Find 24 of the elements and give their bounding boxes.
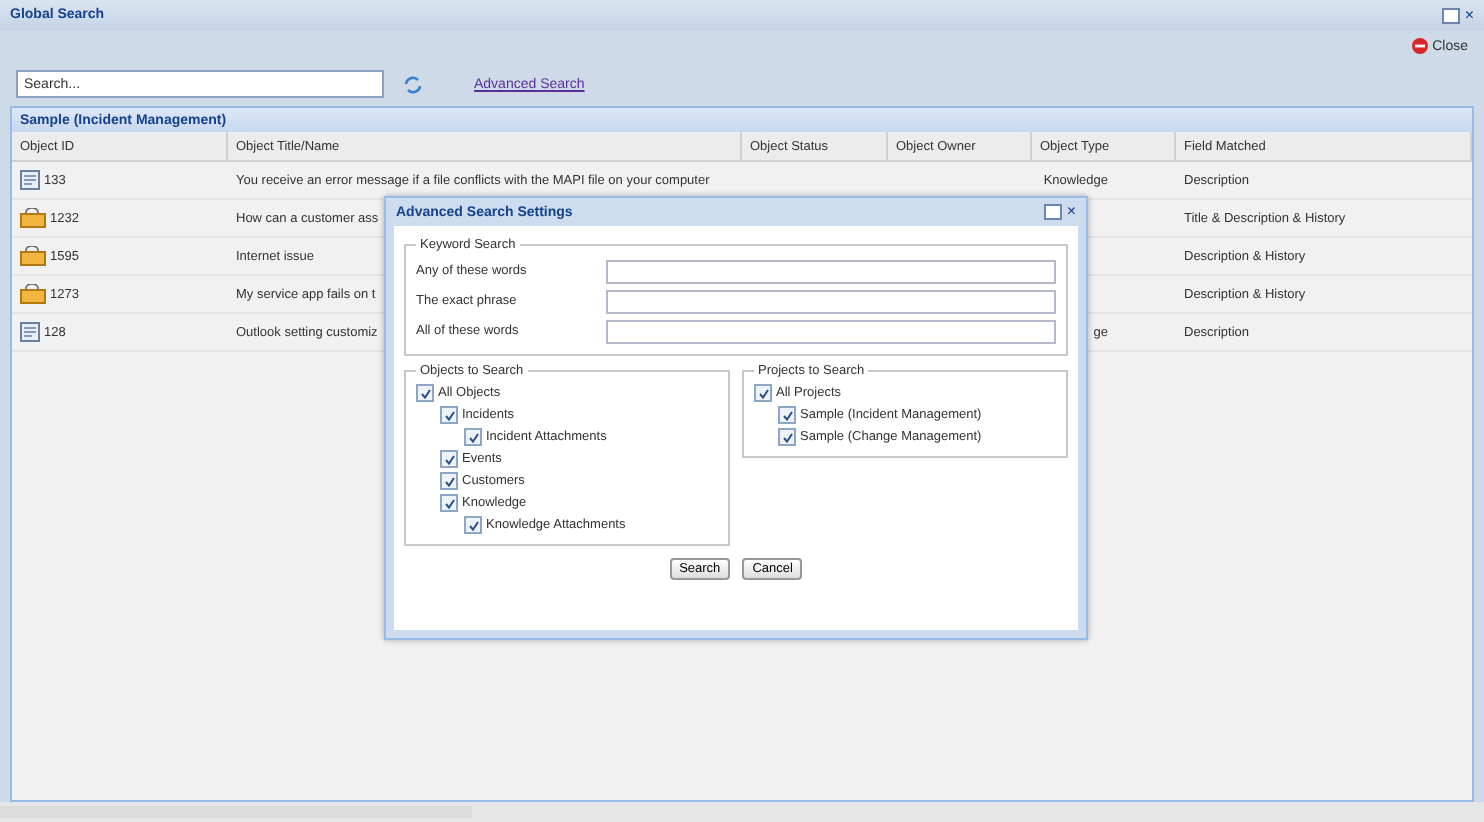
checkbox[interactable] — [464, 516, 482, 534]
refresh-icon[interactable] — [404, 75, 422, 93]
input-field[interactable] — [606, 289, 1056, 313]
restore-icon[interactable] — [1044, 204, 1063, 220]
close-icon — [1412, 38, 1429, 54]
folder-lock-icon — [20, 284, 46, 304]
checkbox[interactable] — [440, 406, 458, 424]
folder-lock-icon — [20, 246, 46, 266]
checkbox[interactable] — [464, 428, 482, 446]
checkbox[interactable] — [440, 494, 458, 512]
checkbox[interactable] — [778, 428, 796, 446]
restore-icon[interactable] — [1442, 7, 1461, 23]
checkbox[interactable] — [416, 384, 434, 402]
folder-lock-icon — [20, 208, 46, 228]
checkbox[interactable] — [440, 450, 458, 468]
document-icon — [20, 322, 40, 342]
checkbox[interactable] — [440, 472, 458, 490]
checkbox[interactable] — [754, 384, 772, 402]
document-icon — [20, 170, 40, 190]
close-button[interactable]: × — [1464, 7, 1474, 23]
close-button[interactable]: × — [1066, 204, 1076, 220]
checkbox[interactable] — [778, 406, 796, 424]
input-field[interactable] — [606, 319, 1056, 343]
input-field[interactable] — [606, 259, 1056, 283]
